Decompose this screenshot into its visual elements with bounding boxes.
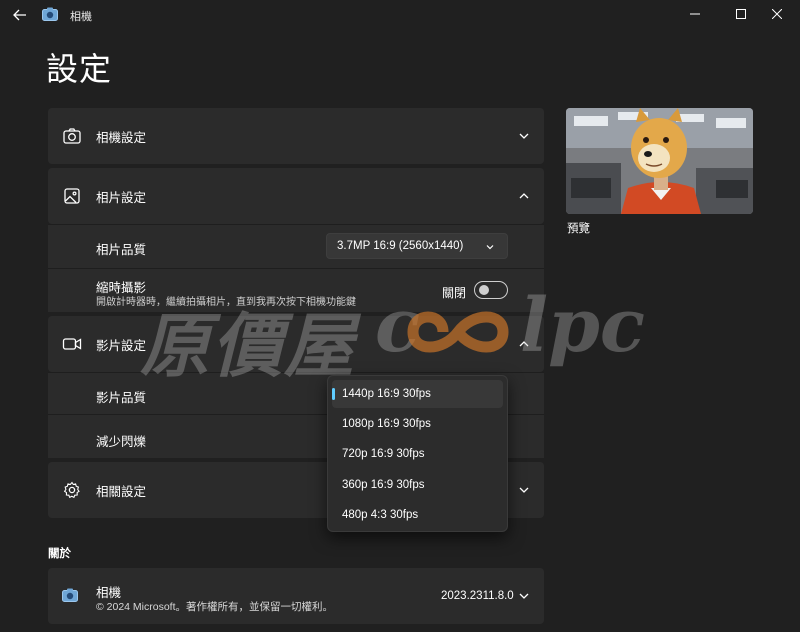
about-card[interactable]: 相機 © 2024 Microsoft。著作權所有，並保留一切權利。 2023.… xyxy=(48,568,544,624)
title-bar: 相機 xyxy=(0,0,800,30)
camera-preview xyxy=(566,108,753,214)
about-section-label: 關於 xyxy=(48,548,71,560)
photo-settings-title: 相片設定 xyxy=(96,190,147,205)
gear-icon xyxy=(62,480,82,500)
video-quality-option-1440p[interactable]: 1440p 16:9 30fps xyxy=(332,380,503,408)
chevron-up-icon[interactable] xyxy=(518,190,530,202)
camera-settings-title: 相機設定 xyxy=(96,130,147,145)
watermark-lpc: lpc xyxy=(520,283,645,369)
about-copyright: © 2024 Microsoft。著作權所有，並保留一切權利。 xyxy=(96,601,334,613)
video-quality-label: 影片品質 xyxy=(96,391,147,405)
video-quality-option-360p[interactable]: 360p 16:9 30fps xyxy=(332,471,503,499)
timelapse-state-label: 關閉 xyxy=(442,286,467,300)
flicker-label: 減少閃爍 xyxy=(96,435,147,449)
chevron-down-icon[interactable] xyxy=(518,130,530,142)
camera-settings-card[interactable]: 相機設定 xyxy=(48,108,544,164)
close-button[interactable] xyxy=(754,2,800,26)
camera-icon xyxy=(42,7,58,21)
preview-label: 預覽 xyxy=(567,223,590,235)
timelapse-toggle[interactable] xyxy=(474,281,508,299)
video-quality-option-480p[interactable]: 480p 4:3 30fps xyxy=(332,501,503,529)
video-icon xyxy=(62,334,82,354)
back-arrow-icon[interactable] xyxy=(10,6,30,24)
photo-quality-row: 相片品質 3.7MP 16:9 (2560x1440) xyxy=(48,224,544,268)
chevron-down-icon[interactable] xyxy=(518,590,530,602)
video-quality-dropdown[interactable]: 1440p 16:9 30fps 1080p 16:9 30fps 720p 1… xyxy=(327,375,508,532)
chevron-down-icon xyxy=(485,242,495,252)
watermark-text: 原價屋 xyxy=(140,304,356,387)
camera-icon xyxy=(62,588,82,608)
video-quality-option-1080p[interactable]: 1080p 16:9 30fps xyxy=(332,410,503,438)
related-settings-title: 相關設定 xyxy=(96,484,147,499)
page-title: 設定 xyxy=(46,51,113,87)
photo-quality-combobox[interactable]: 3.7MP 16:9 (2560x1440) xyxy=(326,233,508,259)
photo-settings-card[interactable]: 相片設定 xyxy=(48,168,544,224)
image-icon xyxy=(62,186,82,206)
chevron-down-icon[interactable] xyxy=(518,484,530,496)
minimize-button[interactable] xyxy=(672,2,718,26)
video-quality-option-720p[interactable]: 720p 16:9 30fps xyxy=(332,440,503,468)
app-title: 相機 xyxy=(70,11,92,23)
photo-quality-label: 相片品質 xyxy=(96,243,147,257)
photo-quality-value: 3.7MP 16:9 (2560x1440) xyxy=(337,240,464,252)
about-version: 2023.2311.8.0 xyxy=(441,590,514,602)
video-settings-title: 影片設定 xyxy=(96,338,147,353)
camera-icon xyxy=(62,126,82,146)
